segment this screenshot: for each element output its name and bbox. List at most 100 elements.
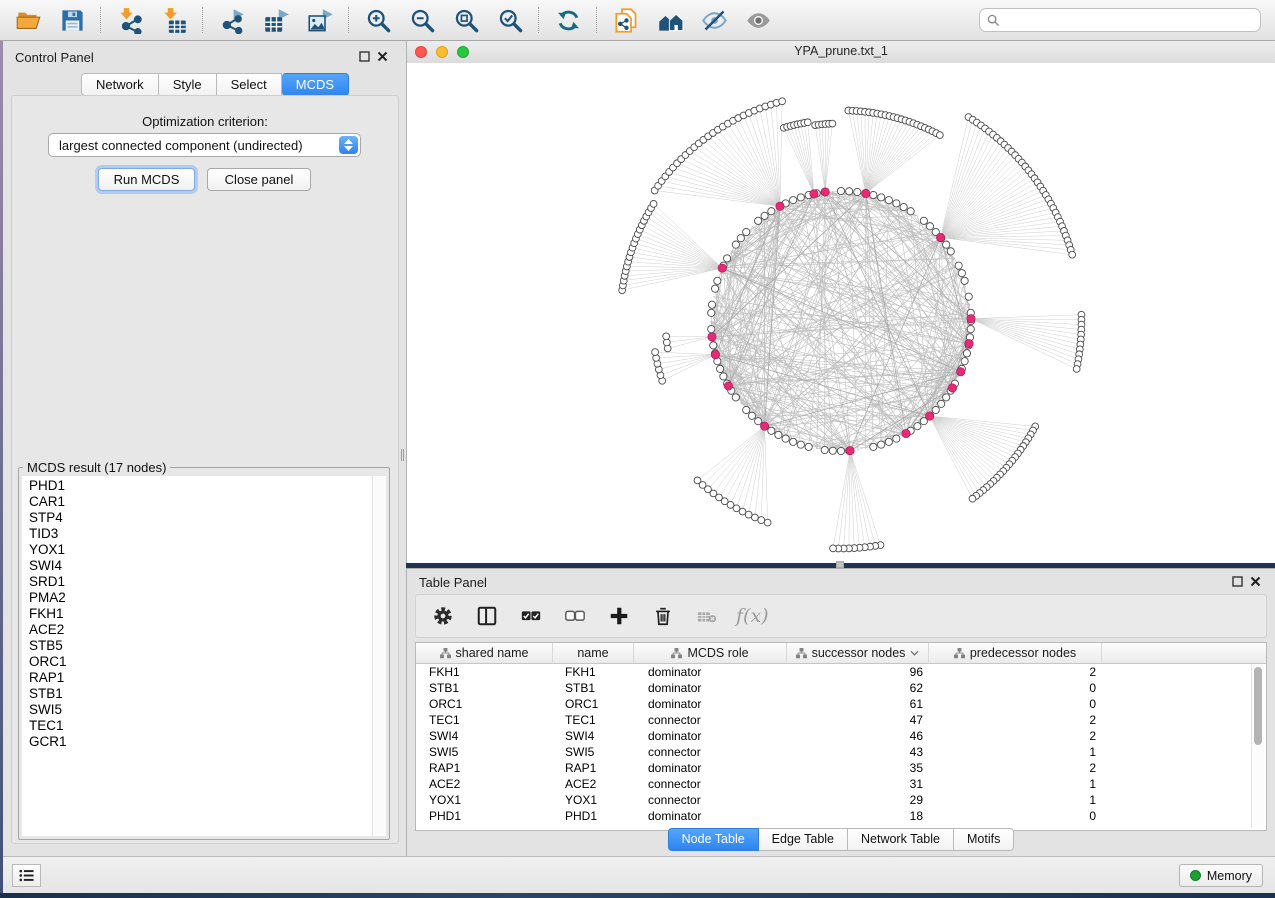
mcds-result-item[interactable]: FKH1 xyxy=(29,606,386,622)
criterion-select[interactable]: largest connected component (undirected) xyxy=(48,133,361,157)
table-row[interactable]: PHD1PHD1dominator180 xyxy=(416,808,1266,824)
table-toolbar: f(x) xyxy=(415,594,1267,638)
export-image-button[interactable] xyxy=(299,3,341,37)
mcds-result-item[interactable]: GCR1 xyxy=(29,734,386,750)
result-list-scrollbar[interactable] xyxy=(372,476,386,836)
eye-slash-icon xyxy=(701,7,728,34)
shared-column-icon xyxy=(796,648,807,659)
table-row[interactable]: ORC1ORC1dominator610 xyxy=(416,696,1266,712)
tab-edge-table[interactable]: Edge Table xyxy=(759,828,848,851)
mcds-result-items: PHD1CAR1STP4TID3YOX1SWI4SRD1PMA2FKH1ACE2… xyxy=(22,478,386,750)
mcds-result-item[interactable]: ACE2 xyxy=(29,622,386,638)
column-label: MCDS role xyxy=(687,646,748,660)
hide-selected-button[interactable] xyxy=(693,3,735,37)
close-panel-icon[interactable] xyxy=(377,51,388,62)
tab-style[interactable]: Style xyxy=(159,73,217,96)
table-row[interactable]: SWI5SWI5connector431 xyxy=(416,744,1266,760)
mcds-result-list[interactable]: PHD1CAR1STP4TID3YOX1SWI4SRD1PMA2FKH1ACE2… xyxy=(22,476,386,836)
mcds-result-item[interactable]: STB1 xyxy=(29,686,386,702)
close-panel-icon[interactable] xyxy=(1250,576,1261,587)
import-network-button[interactable] xyxy=(109,3,151,37)
mcds-result-item[interactable]: RAP1 xyxy=(29,670,386,686)
delete-column-button[interactable] xyxy=(648,601,678,631)
table-panel: Table Panel xyxy=(406,568,1275,856)
mcds-result-item[interactable]: STP4 xyxy=(29,510,386,526)
clone-network-button[interactable] xyxy=(605,3,647,37)
mcds-result-item[interactable]: PHD1 xyxy=(29,478,386,494)
column-header-name[interactable]: name xyxy=(553,643,634,663)
table-cell: TEC1 xyxy=(553,712,634,728)
deselect-all-button[interactable] xyxy=(560,601,590,631)
float-panel-icon[interactable] xyxy=(359,51,370,62)
tab-mcds[interactable]: MCDS xyxy=(282,73,349,96)
search-input[interactable] xyxy=(979,8,1261,32)
mcds-result-item[interactable]: TEC1 xyxy=(29,718,386,734)
mcds-result-item[interactable]: SRD1 xyxy=(29,574,386,590)
column-header-mcds-role[interactable]: MCDS role xyxy=(634,643,787,663)
table-cell: ACE2 xyxy=(553,776,634,792)
table-cell: STB1 xyxy=(416,680,553,696)
table-row[interactable]: STB1STB1dominator620 xyxy=(416,680,1266,696)
tab-select[interactable]: Select xyxy=(217,73,282,96)
float-panel-icon[interactable] xyxy=(1232,576,1243,587)
tab-node-table[interactable]: Node Table xyxy=(668,828,759,851)
table-row[interactable]: ACE2ACE2connector311 xyxy=(416,776,1266,792)
mcds-panel: Optimization criterion: largest connecte… xyxy=(11,95,399,844)
close-panel-button[interactable]: Close panel xyxy=(207,168,311,191)
table-row[interactable]: YOX1YOX1connector291 xyxy=(416,792,1266,808)
column-header-predecessor-nodes[interactable]: predecessor nodes xyxy=(929,643,1102,663)
export-table-button[interactable] xyxy=(255,3,297,37)
delete-table-button[interactable] xyxy=(692,601,722,631)
add-column-button[interactable] xyxy=(604,601,634,631)
first-neighbors-button[interactable] xyxy=(649,3,691,37)
refresh-button[interactable] xyxy=(547,3,589,37)
desktop-wallpaper-edge xyxy=(0,893,1275,898)
show-all-button[interactable] xyxy=(737,3,779,37)
table-cell: RAP1 xyxy=(416,760,553,776)
horizontal-splitter-grip[interactable] xyxy=(836,561,844,568)
task-history-button[interactable] xyxy=(12,864,41,887)
table-cell: 0 xyxy=(929,680,1102,696)
column-header-shared-name[interactable]: shared name xyxy=(416,643,553,663)
table-row[interactable]: SWI4SWI4dominator462 xyxy=(416,728,1266,744)
table-scrollbar-thumb[interactable] xyxy=(1254,667,1262,745)
mcds-result-item[interactable]: SWI5 xyxy=(29,702,386,718)
table-row[interactable]: TEC1TEC1connector472 xyxy=(416,712,1266,728)
tab-network[interactable]: Network xyxy=(81,73,159,96)
column-header-successor-nodes[interactable]: successor nodes xyxy=(787,643,929,663)
mcds-result-item[interactable]: PMA2 xyxy=(29,590,386,606)
export-network-icon xyxy=(219,7,246,34)
network-window-titlebar[interactable]: YPA_prune.txt_1 xyxy=(407,41,1275,64)
column-browser-button[interactable] xyxy=(472,601,502,631)
run-mcds-button[interactable]: Run MCDS xyxy=(98,168,195,191)
tab-network-table[interactable]: Network Table xyxy=(848,828,954,851)
zoom-out-button[interactable] xyxy=(401,3,443,37)
import-table-button[interactable] xyxy=(153,3,195,37)
tab-motifs[interactable]: Motifs xyxy=(954,828,1014,851)
mcds-result-item[interactable]: TID3 xyxy=(29,526,386,542)
table-row[interactable]: FKH1FKH1dominator962 xyxy=(416,664,1266,680)
mcds-result-item[interactable]: CAR1 xyxy=(29,494,386,510)
save-session-button[interactable] xyxy=(51,3,93,37)
table-row[interactable]: RAP1RAP1dominator352 xyxy=(416,760,1266,776)
table-scrollbar[interactable] xyxy=(1251,664,1264,828)
table-settings-button[interactable] xyxy=(428,601,458,631)
select-all-button[interactable] xyxy=(516,601,546,631)
export-network-button[interactable] xyxy=(211,3,253,37)
mcds-result-item[interactable]: YOX1 xyxy=(29,542,386,558)
zoom-selected-button[interactable] xyxy=(489,3,531,37)
open-session-button[interactable] xyxy=(7,3,49,37)
zoom-fit-button[interactable] xyxy=(445,3,487,37)
mcds-result-item[interactable]: ORC1 xyxy=(29,654,386,670)
zoom-in-button[interactable] xyxy=(357,3,399,37)
header-filler xyxy=(1102,643,1266,663)
mcds-result-item[interactable]: STB5 xyxy=(29,638,386,654)
table-cell: 1 xyxy=(929,744,1102,760)
table-cell: 0 xyxy=(929,696,1102,712)
memory-button[interactable]: Memory xyxy=(1179,864,1263,887)
mcds-result-item[interactable]: SWI4 xyxy=(29,558,386,574)
table-cell: dominator xyxy=(634,760,787,776)
network-canvas[interactable] xyxy=(407,63,1275,563)
table-cell: ACE2 xyxy=(416,776,553,792)
table-cell: PHD1 xyxy=(553,808,634,824)
